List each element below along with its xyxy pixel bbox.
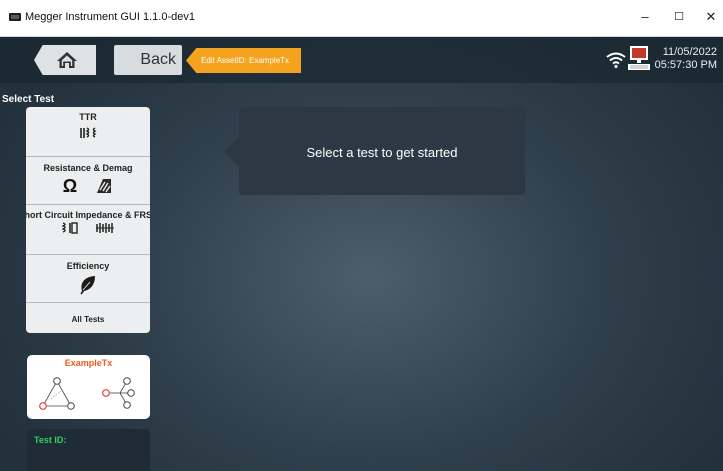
time-text: 05:57:30 PM — [654, 59, 717, 71]
test-item-label: Resistance & Demag — [43, 163, 133, 173]
window-titlebar: Megger Instrument GUI 1.1.0-dev1 – ☐ ✕ — [0, 0, 723, 37]
asset-name: ExampleTx — [64, 358, 113, 368]
ttr-transformer-icon — [80, 127, 97, 138]
start-hint-text: Select a test to get started — [306, 145, 458, 160]
omega-icon: Ω — [62, 176, 78, 196]
back-button[interactable]: Back — [114, 45, 182, 75]
window-title: Megger Instrument GUI 1.1.0-dev1 — [25, 11, 195, 23]
test-id-label: Test ID: — [34, 435, 67, 445]
test-item-label: Efficiency — [66, 261, 110, 271]
maximize-button[interactable]: ☐ — [664, 6, 694, 28]
home-icon — [57, 52, 77, 68]
test-item-short-circuit-frsl[interactable]: Short Circuit Impedance & FRSL — [26, 205, 150, 255]
app-main-area: Back Edit AssetID: ExampleTx 11/05/2022 … — [0, 37, 723, 471]
test-item-label: Short Circuit Impedance & FRSL — [26, 210, 150, 220]
date-text: 11/05/2022 — [662, 46, 717, 58]
minimize-button[interactable]: – — [630, 6, 660, 28]
short-circuit-icon — [62, 222, 78, 234]
asset-card[interactable]: ExampleTx — [27, 355, 150, 419]
test-item-label: TTR — [79, 112, 97, 122]
test-id-box: Test ID: — [27, 429, 150, 471]
test-item-ttr[interactable]: TTR — [26, 107, 150, 157]
start-hint-callout: Select a test to get started — [224, 107, 525, 195]
instrument-status-icon — [628, 46, 650, 70]
close-button[interactable]: ✕ — [696, 6, 723, 28]
frsl-coil-icon — [96, 223, 114, 233]
home-button[interactable] — [34, 45, 96, 75]
test-item-efficiency[interactable]: Efficiency — [26, 255, 150, 303]
select-test-label: Select Test — [2, 94, 55, 105]
app-icon — [9, 13, 21, 21]
test-item-label: All Tests — [71, 315, 105, 324]
test-item-all-tests[interactable]: All Tests — [26, 303, 150, 333]
demag-icon — [97, 179, 112, 193]
wifi-icon — [606, 52, 626, 68]
transformer-diagram-icon — [39, 377, 135, 410]
test-selection-panel: TTR Resistance & Demag Ω Short — [26, 107, 150, 333]
test-item-resistance-demag[interactable]: Resistance & Demag Ω — [26, 157, 150, 205]
leaf-icon — [80, 276, 95, 295]
date-time: 11/05/2022 05:57:30 PM — [655, 46, 717, 72]
edit-asset-tag[interactable]: Edit AssetID: ExampleTx — [186, 48, 301, 73]
